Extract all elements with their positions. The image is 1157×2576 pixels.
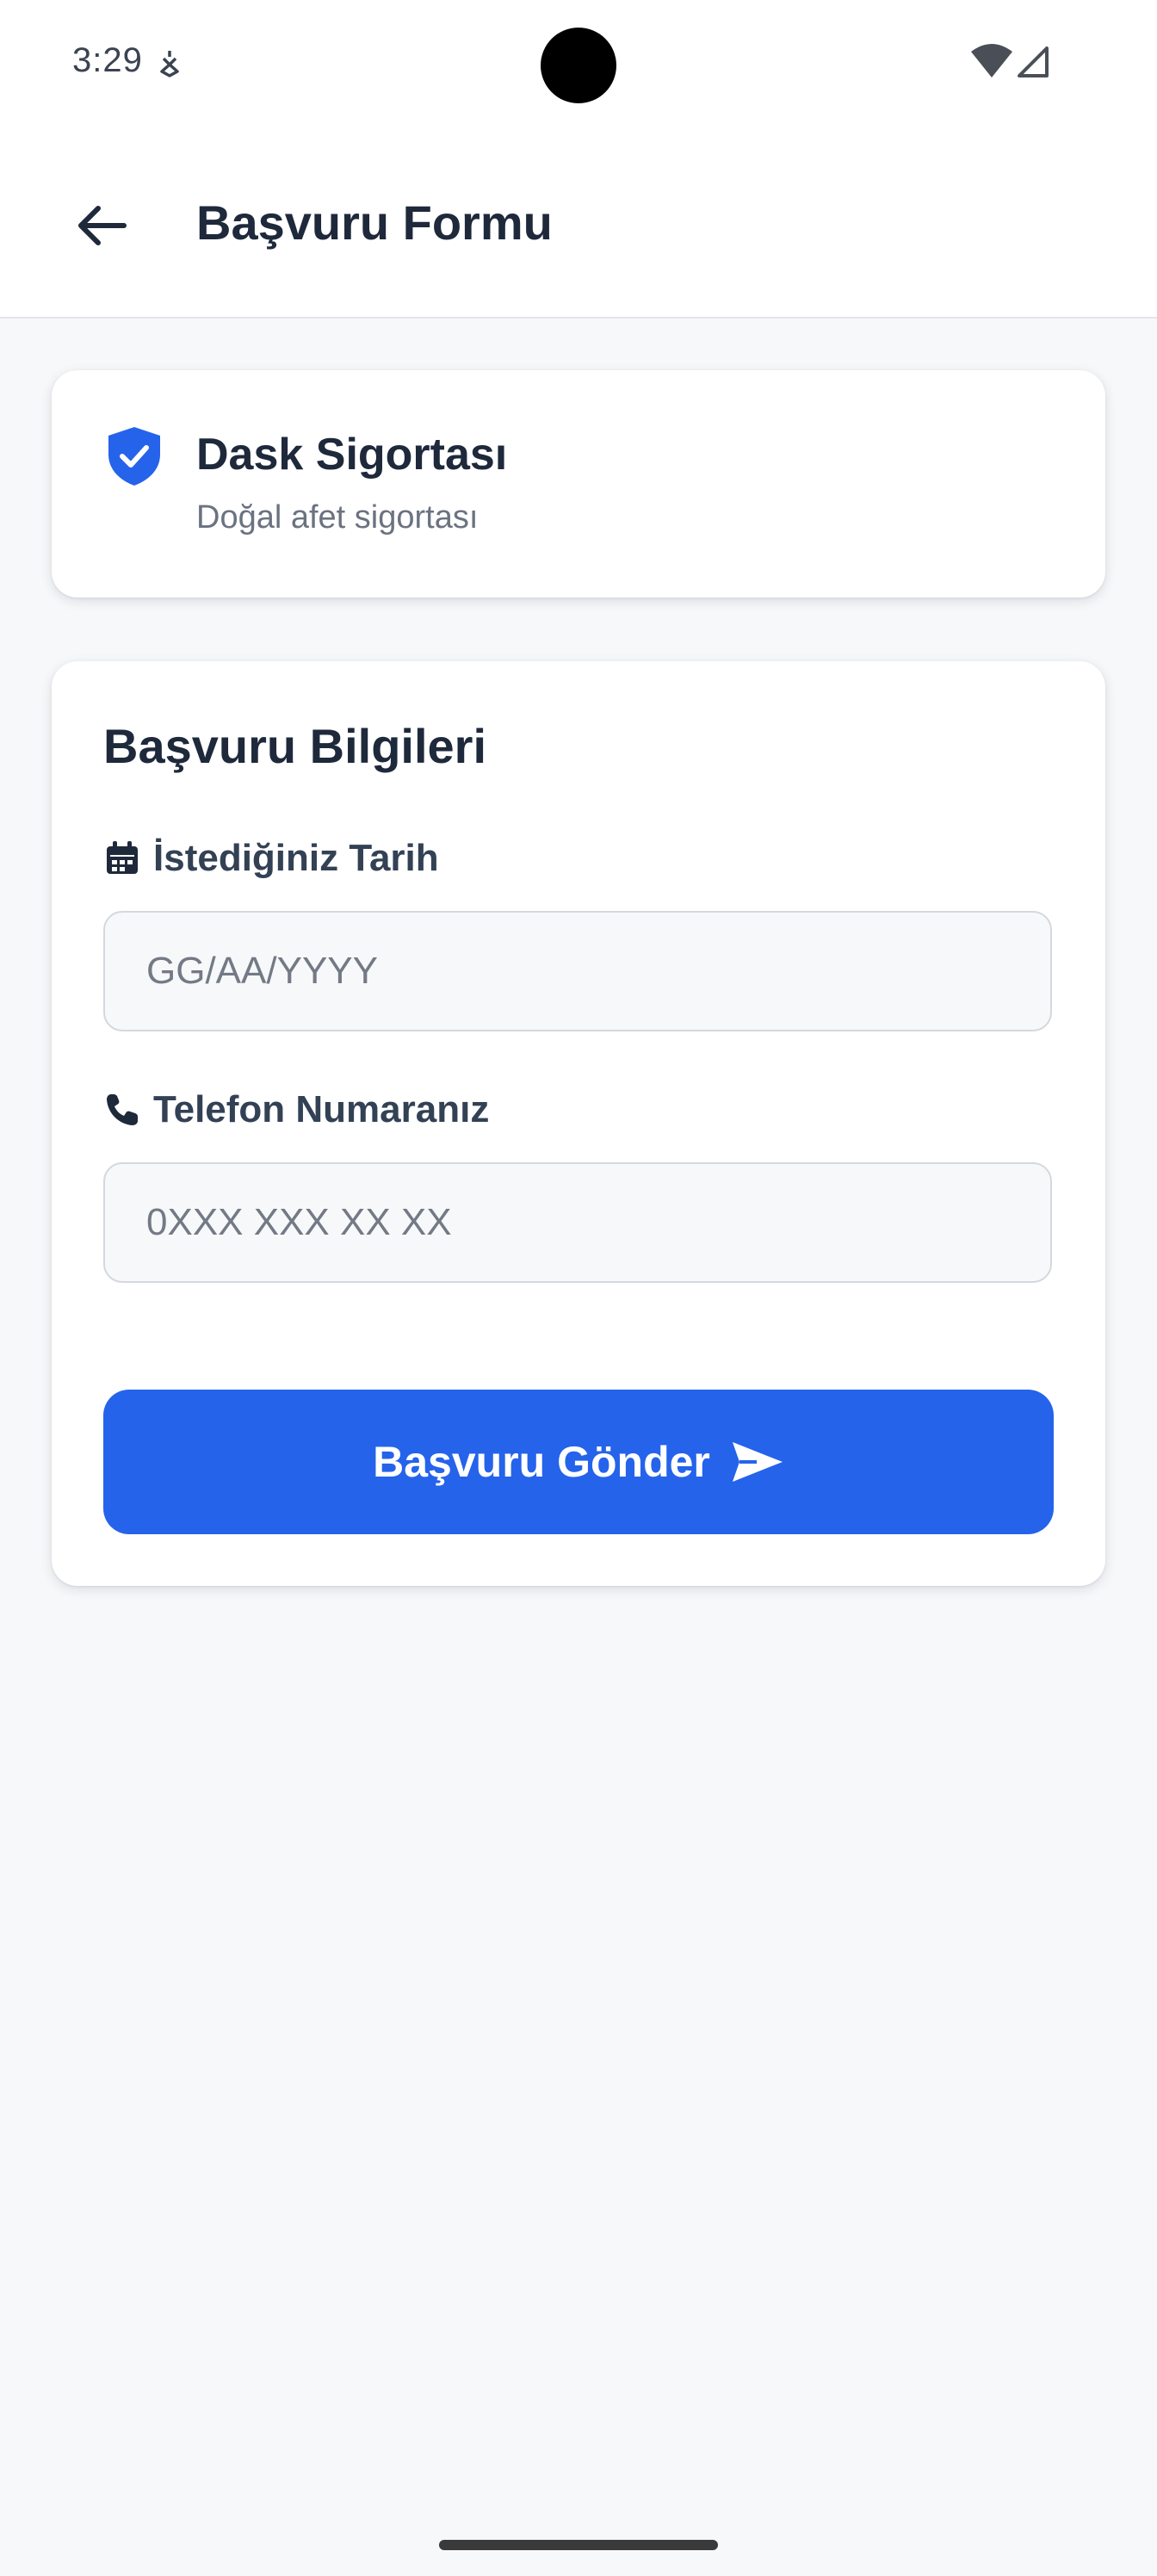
notification-icon bbox=[160, 51, 179, 77]
form-title: Başvuru Bilgileri bbox=[103, 719, 487, 773]
arrow-left-icon bbox=[78, 206, 127, 245]
app-bar: Başvuru Formu bbox=[0, 129, 1157, 319]
date-field-label: İstediğiniz Tarih bbox=[103, 837, 439, 880]
wifi-icon bbox=[971, 44, 1012, 77]
signal-icon bbox=[1018, 46, 1049, 77]
insurance-title: Dask Sigortası bbox=[196, 430, 508, 480]
page-title: Başvuru Formu bbox=[196, 195, 553, 250]
submit-button-label: Başvuru Gönder bbox=[373, 1438, 710, 1486]
home-indicator[interactable] bbox=[439, 2540, 718, 2550]
phone-label-text: Telefon Numaranız bbox=[153, 1088, 490, 1130]
insurance-card: Dask Sigortası Doğal afet sigortası bbox=[52, 370, 1105, 598]
application-form-card: Başvuru Bilgileri İstediğiniz Tarih Tele… bbox=[52, 661, 1105, 1586]
status-time: 3:29 bbox=[72, 41, 143, 79]
front-camera bbox=[541, 28, 616, 103]
insurance-subtitle: Doğal afet sigortası bbox=[196, 499, 479, 536]
phone-icon bbox=[107, 1094, 138, 1125]
shield-check-icon bbox=[108, 427, 160, 486]
submit-button[interactable]: Başvuru Gönder bbox=[103, 1390, 1054, 1534]
send-icon bbox=[732, 1442, 783, 1482]
phone-input[interactable] bbox=[103, 1162, 1052, 1283]
status-bar: 3:29 bbox=[0, 0, 1157, 129]
back-button[interactable] bbox=[67, 191, 136, 260]
calendar-icon bbox=[107, 841, 138, 874]
date-label-text: İstediğiniz Tarih bbox=[153, 837, 439, 879]
phone-field-label: Telefon Numaranız bbox=[103, 1088, 489, 1131]
date-input[interactable] bbox=[103, 911, 1052, 1031]
